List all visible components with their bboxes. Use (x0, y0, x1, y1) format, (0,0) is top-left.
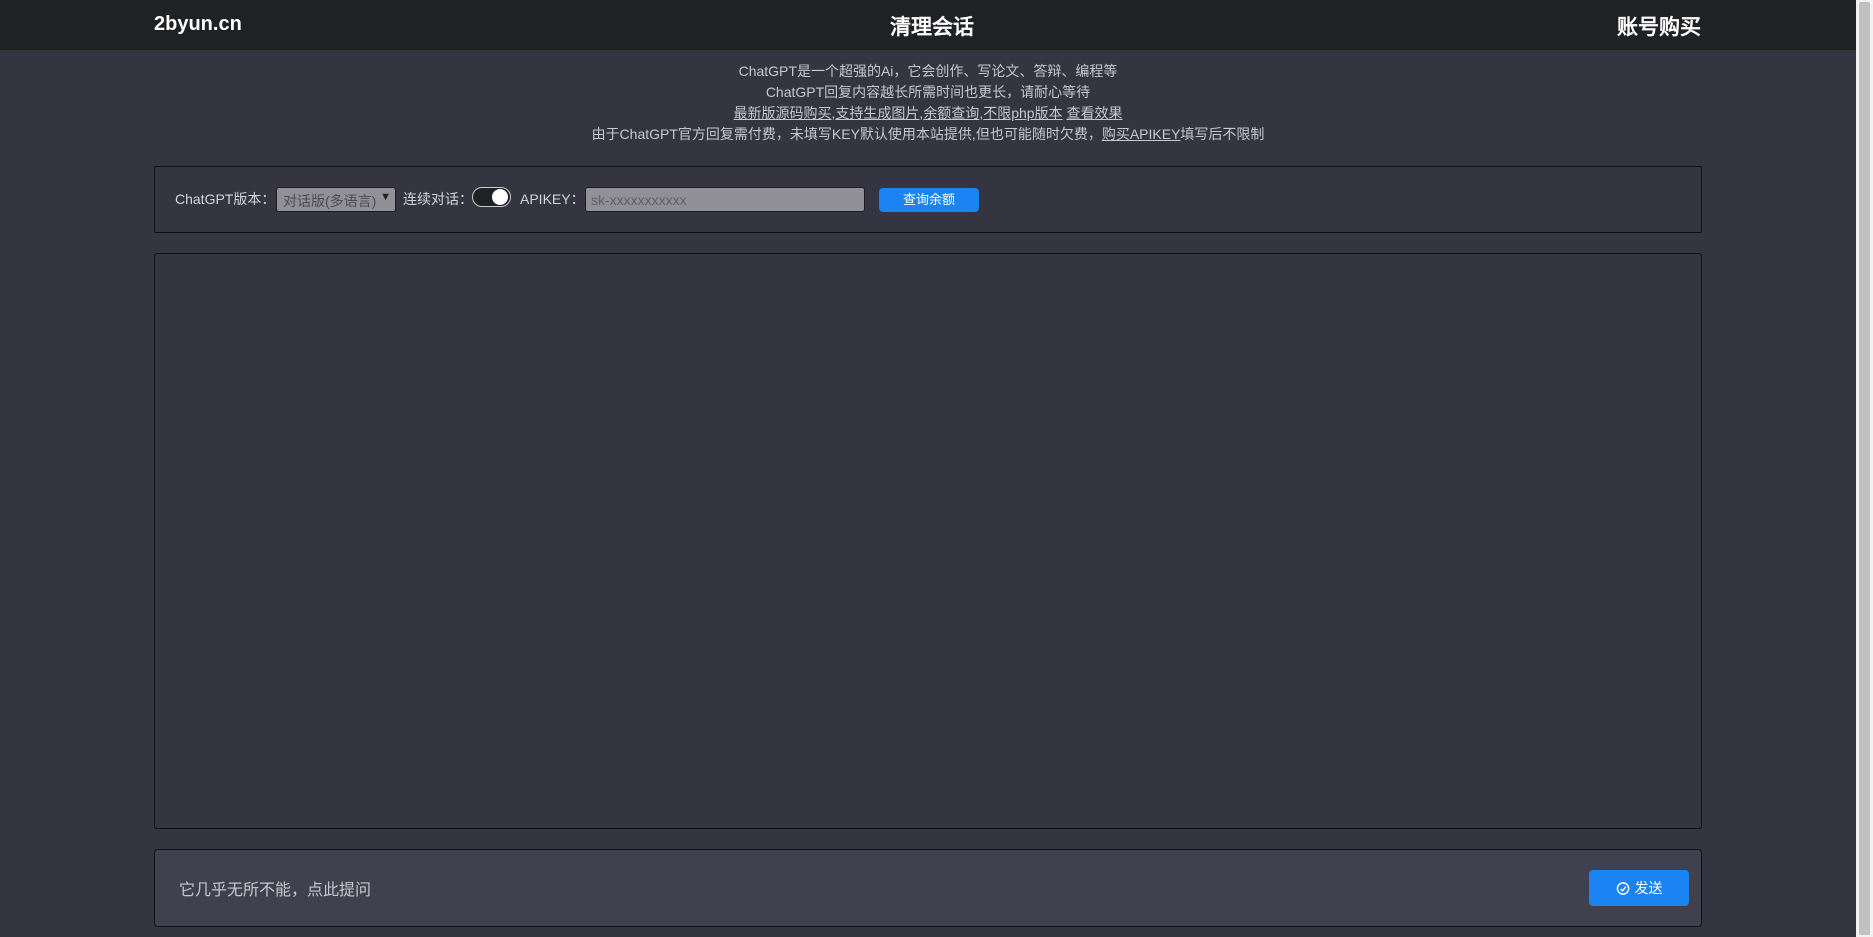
intro-line-3: 最新版源码购买,支持生成图片,余额查询,不限php版本 查看效果 (733, 105, 1123, 121)
intro-line-4: 由于ChatGPT官方回复需付费，未填写KEY默认使用本站提供,但也可能随时欠费… (154, 124, 1702, 145)
prompt-input[interactable]: 它几乎无所不能，点此提问 (179, 876, 371, 900)
version-label: ChatGPT版本： (175, 191, 276, 207)
intro-line-4-text: 由于ChatGPT官方回复需付费，未填写KEY默认使用本站提供,但也可能随时欠费… (591, 126, 1102, 142)
send-button[interactable]: 发送 (1589, 870, 1689, 906)
source-purchase-link[interactable]: 最新版源码购买 (734, 105, 832, 121)
version-select-value: 对话版(多语言) (283, 193, 377, 209)
intro-line-4-suffix: 填写后不限制 (1180, 126, 1265, 142)
demo-link[interactable]: 查看效果 (1066, 105, 1122, 121)
account-purchase-link[interactable]: 账号购买 (1617, 11, 1701, 41)
apikey-label: APIKEY： (520, 191, 585, 207)
buy-apikey-link[interactable]: 购买APIKEY (1102, 126, 1181, 142)
clear-session-button[interactable]: 清理会话 (890, 11, 974, 41)
image-generation-link[interactable]: 支持生成图片 (835, 105, 919, 121)
query-balance-button[interactable]: 查询余额 (879, 188, 979, 212)
chevron-down-icon: ▼ (378, 191, 391, 203)
balance-query-link[interactable]: 余额查询 (923, 105, 979, 121)
intro-line-1: ChatGPT是一个超强的Ai，它会创作、写论文、答辩、编程等 (738, 63, 1118, 79)
continuous-dialog-toggle[interactable] (472, 187, 511, 207)
php-version-link[interactable]: 不限php版本 (983, 105, 1062, 121)
send-label: 发送 (1634, 880, 1663, 896)
top-navbar: 2byun.cn 清理会话 账号购买 (0, 0, 1856, 50)
toggle-knob (492, 189, 508, 205)
prompt-bar: 它几乎无所不能，点此提问 发送 (154, 849, 1702, 927)
send-icon (1616, 881, 1631, 896)
continuous-label: 连续对话： (403, 191, 473, 207)
version-select[interactable]: 对话版(多语言) ▼ (276, 187, 396, 212)
settings-panel: ChatGPT版本： 对话版(多语言) ▼ 连续对话： APIKEY： 查询余额 (154, 166, 1702, 233)
apikey-input[interactable] (585, 187, 865, 212)
scrollbar-thumb[interactable] (1859, 2, 1870, 935)
intro-text: ChatGPT是一个超强的Ai，它会创作、写论文、答辩、编程等 ChatGPT回… (154, 61, 1702, 145)
intro-line-2: ChatGPT回复内容越长所需时间也更长，请耐心等待 (765, 84, 1091, 100)
chat-messages-area[interactable] (154, 253, 1702, 829)
page-scrollbar[interactable] (1856, 0, 1873, 937)
site-brand[interactable]: 2byun.cn (154, 13, 242, 36)
